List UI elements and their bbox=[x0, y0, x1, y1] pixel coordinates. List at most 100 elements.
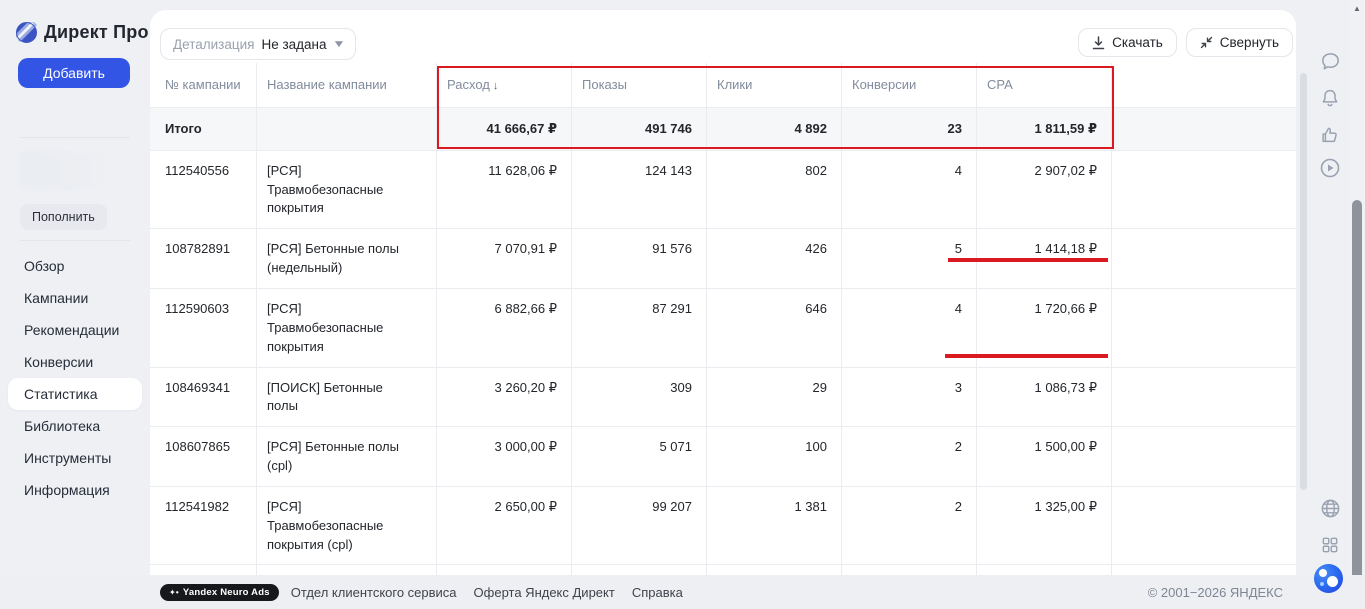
sidebar-item-4[interactable]: Статистика bbox=[8, 378, 142, 410]
footer-link-1[interactable]: Оферта Яндекс Директ bbox=[474, 585, 615, 600]
table-scrollbar-thumb[interactable] bbox=[1300, 73, 1307, 490]
cell-spend: 11 628,06 ₽ bbox=[437, 151, 572, 229]
page-scrollbar-thumb[interactable] bbox=[1352, 200, 1362, 590]
cell-impressions: 99 207 bbox=[572, 487, 707, 565]
table-header-row: № кампании Название кампании Расход↓ Показы… bbox=[150, 63, 1296, 108]
table-row[interactable]: 108469341[ПОИСК] Бетонные полы3 260,20 ₽… bbox=[150, 368, 1296, 428]
sidebar-item-5[interactable]: Библиотека bbox=[0, 410, 142, 442]
totals-cpa: 1 811,59 ₽ bbox=[977, 108, 1112, 150]
cell-blank bbox=[1112, 151, 1296, 229]
sidebar: Директ Про Добавить Пополнить ОбзорКампа… bbox=[0, 0, 150, 609]
cell-spend: 7 070,91 ₽ bbox=[437, 229, 572, 288]
thumbs-up-icon[interactable] bbox=[1317, 122, 1343, 148]
user-avatar[interactable] bbox=[1314, 564, 1343, 593]
totals-row: Итого41 666,67 ₽491 7464 892231 811,59 ₽ bbox=[150, 108, 1296, 151]
table-row[interactable]: 112590603[РСЯ] Травмобезопасные покрытия… bbox=[150, 289, 1296, 368]
footer: ✦• Yandex Neuro Ads Отдел клиентского се… bbox=[0, 575, 1365, 609]
column-header-label: Показы bbox=[582, 77, 627, 92]
cell-spend: 3 000,00 ₽ bbox=[437, 427, 572, 486]
column-header-label: Конверсии bbox=[852, 77, 916, 92]
cell-blank bbox=[1112, 487, 1296, 565]
play-video-icon[interactable] bbox=[1317, 155, 1343, 181]
cell-conversions: 3 bbox=[842, 368, 977, 427]
globe-icon[interactable] bbox=[1317, 495, 1343, 521]
cell-cpa: 1 156,14 ₽ bbox=[977, 565, 1112, 575]
column-header-2[interactable]: Расход↓ bbox=[437, 63, 572, 107]
cell-clicks: 100 bbox=[707, 427, 842, 486]
sidebar-item-2[interactable]: Рекомендации bbox=[0, 314, 142, 346]
totals-clicks: 4 892 bbox=[707, 108, 842, 150]
add-button[interactable]: Добавить bbox=[18, 58, 130, 88]
cell-impressions: 309 bbox=[572, 368, 707, 427]
bell-icon[interactable] bbox=[1317, 85, 1343, 111]
cell-campaign-name: [ПОИСК] Травмобезопасные покрытия bbox=[257, 565, 437, 575]
neuro-ads-label: Yandex Neuro Ads bbox=[183, 587, 270, 598]
cell-campaign-id: 108782891 bbox=[150, 229, 257, 288]
sidebar-item-7[interactable]: Информация bbox=[0, 474, 142, 506]
cell-cpa: 2 907,02 ₽ bbox=[977, 151, 1112, 229]
table-row[interactable]: 112540556[РСЯ] Травмобезопасные покрытия… bbox=[150, 151, 1296, 230]
right-rail bbox=[1310, 0, 1349, 609]
table-row[interactable]: 108607865[РСЯ] Бетонные полы (cpl)3 000,… bbox=[150, 427, 1296, 487]
sidebar-item-0[interactable]: Обзор bbox=[0, 250, 142, 282]
column-header-1[interactable]: Название кампании bbox=[257, 63, 437, 107]
download-button[interactable]: Скачать bbox=[1078, 28, 1177, 57]
footer-link-0[interactable]: Отдел клиентского сервиса bbox=[291, 585, 457, 600]
brand-title: Директ Про bbox=[44, 22, 149, 43]
detalization-label: Детализация bbox=[173, 37, 254, 52]
chevron-down-icon: ▼ bbox=[332, 39, 346, 50]
cell-campaign-name: [РСЯ] Травмобезопасные покрытия bbox=[257, 151, 437, 229]
cell-impressions: 91 576 bbox=[572, 229, 707, 288]
table-row[interactable]: 112541587[ПОИСК] Травмобезопасные покрыт… bbox=[150, 565, 1296, 575]
totals-empty bbox=[257, 108, 437, 150]
collapse-label: Свернуть bbox=[1220, 35, 1279, 50]
column-header-7 bbox=[1112, 63, 1296, 107]
sidebar-item-1[interactable]: Кампании bbox=[0, 282, 142, 314]
footer-link-2[interactable]: Справка bbox=[632, 585, 683, 600]
table-row[interactable]: 108782891[РСЯ] Бетонные полы (недельный)… bbox=[150, 229, 1296, 289]
totals-label: Итого bbox=[150, 108, 257, 150]
column-header-6[interactable]: CPA bbox=[977, 63, 1112, 107]
cell-clicks: 426 bbox=[707, 229, 842, 288]
scroll-up-icon[interactable]: ▲ bbox=[1349, 4, 1365, 13]
detalization-select[interactable]: Детализация Не задана ▼ bbox=[160, 28, 356, 60]
column-header-5[interactable]: Конверсии bbox=[842, 63, 977, 107]
column-header-label: Расход bbox=[447, 77, 490, 92]
brand[interactable]: Директ Про bbox=[16, 22, 149, 43]
cell-impressions: 5 071 bbox=[572, 427, 707, 486]
column-header-4[interactable]: Клики bbox=[707, 63, 842, 107]
cell-conversions: 4 bbox=[842, 289, 977, 367]
sidebar-item-6[interactable]: Инструменты bbox=[0, 442, 142, 474]
cell-clicks: 29 bbox=[707, 368, 842, 427]
cell-conversions: 2 bbox=[842, 487, 977, 565]
cell-campaign-name: [РСЯ] Бетонные полы (cpl) bbox=[257, 427, 437, 486]
cell-blank bbox=[1112, 289, 1296, 367]
table-row[interactable]: 112541982[РСЯ] Травмобезопасные покрытия… bbox=[150, 487, 1296, 566]
collapse-button[interactable]: Свернуть bbox=[1186, 28, 1293, 57]
column-header-3[interactable]: Показы bbox=[572, 63, 707, 107]
cell-blank bbox=[1112, 368, 1296, 427]
cell-conversions: 2 bbox=[842, 565, 977, 575]
cell-blank bbox=[1112, 229, 1296, 288]
column-header-0[interactable]: № кампании bbox=[150, 63, 257, 107]
column-header-label: Название кампании bbox=[267, 77, 387, 92]
neuro-ads-badge[interactable]: ✦• Yandex Neuro Ads bbox=[160, 584, 279, 601]
apps-grid-icon[interactable] bbox=[1317, 532, 1343, 558]
cell-cpa: 1 086,73 ₽ bbox=[977, 368, 1112, 427]
cell-cpa: 1 325,00 ₽ bbox=[977, 487, 1112, 565]
card-toolbar: Детализация Не задана ▼ Скачать Свернуть bbox=[150, 10, 1296, 63]
collapse-icon bbox=[1200, 36, 1213, 49]
totals-conversions: 23 bbox=[842, 108, 977, 150]
cell-clicks: 1 381 bbox=[707, 487, 842, 565]
topup-button[interactable]: Пополнить bbox=[20, 204, 107, 230]
sidebar-item-3[interactable]: Конверсии bbox=[0, 346, 142, 378]
page-scrollbar[interactable]: ▲ ▼ bbox=[1349, 0, 1365, 609]
cell-clicks: 646 bbox=[707, 289, 842, 367]
totals-impressions: 491 746 bbox=[572, 108, 707, 150]
sidebar-divider bbox=[20, 240, 130, 241]
cell-campaign-name: [РСЯ] Травмобезопасные покрытия (cpl) bbox=[257, 487, 437, 565]
cell-conversions: 4 bbox=[842, 151, 977, 229]
cell-conversions: 5 bbox=[842, 229, 977, 288]
cell-campaign-name: [ПОИСК] Бетонные полы bbox=[257, 368, 437, 427]
chat-icon[interactable] bbox=[1317, 48, 1343, 74]
